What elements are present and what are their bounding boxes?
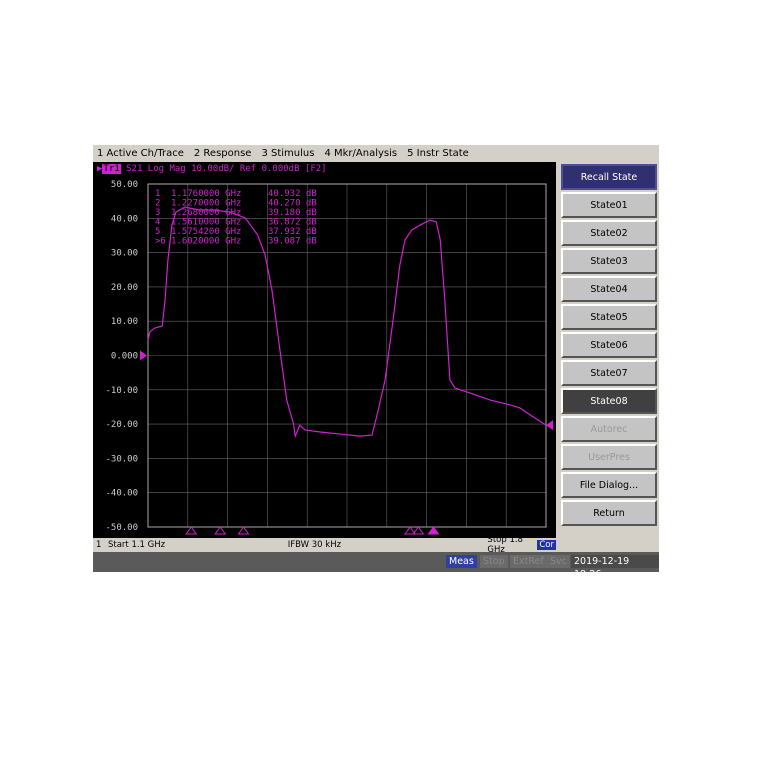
softkey-autorec[interactable]: Autorec xyxy=(561,416,657,442)
vna-window: 1 Active Ch/Trace 2 Response 3 Stimulus … xyxy=(93,145,659,580)
correction-badge: Cor xyxy=(537,540,556,550)
softkey-panel: Recall State State01 State02 State03 Sta… xyxy=(559,162,659,526)
marker-readout: 1.5610000 GHz xyxy=(171,218,241,228)
marker-triangle xyxy=(427,526,440,535)
trace-header: ▶Tr1 S21 Log Mag 10.00dB/ Ref 0.000dB [F… xyxy=(97,164,327,174)
softkey-file-dialog[interactable]: File Dialog... xyxy=(561,472,657,498)
ifbw[interactable]: IFBW 30 kHz xyxy=(288,540,488,550)
softkey-state07[interactable]: State07 xyxy=(561,360,657,386)
trace-end-marker xyxy=(546,420,553,431)
softkey-state05[interactable]: State05 xyxy=(561,304,657,330)
marker-readout: 40.270 dB xyxy=(268,199,317,209)
marker-readout: 39.180 dB xyxy=(268,208,317,218)
start-frequency[interactable]: Start 1.1 GHz xyxy=(108,540,288,550)
marker-readout: 1.1760000 GHz xyxy=(171,189,241,199)
marker-readout: 1.2270000 GHz xyxy=(171,199,241,209)
menu-mkr-analysis[interactable]: 4 Mkr/Analysis xyxy=(324,148,397,159)
marker-readout: 1.5754200 GHz xyxy=(171,227,241,237)
meas-indicator: Meas xyxy=(446,555,477,568)
softkey-state04[interactable]: State04 xyxy=(561,276,657,302)
marker-readout: 1.6020000 GHz xyxy=(171,237,241,247)
softkey-state08[interactable]: State08 xyxy=(561,388,657,414)
marker-readout: 4 xyxy=(155,218,160,228)
y-tick-label: -40.00 xyxy=(105,489,138,499)
y-tick-label: 20.00 xyxy=(111,283,138,293)
y-tick-label: 10.00 xyxy=(111,317,138,327)
softkey-return[interactable]: Return xyxy=(561,500,657,526)
y-tick-label: -20.00 xyxy=(105,420,138,430)
marker-readout: 36.872 dB xyxy=(268,218,317,228)
y-tick-label: -10.00 xyxy=(105,386,138,396)
softkey-state01[interactable]: State01 xyxy=(561,192,657,218)
trace-label[interactable]: Tr1 xyxy=(102,164,121,174)
menu-active-ch-trace[interactable]: 1 Active Ch/Trace xyxy=(97,148,184,159)
softkey-state06[interactable]: State06 xyxy=(561,332,657,358)
softkey-title: Recall State xyxy=(561,164,657,190)
menu-stimulus[interactable]: 3 Stimulus xyxy=(261,148,314,159)
y-tick-label: 0.000 xyxy=(111,352,138,362)
menu-bar: 1 Active Ch/Trace 2 Response 3 Stimulus … xyxy=(93,145,563,162)
y-tick-label: 40.00 xyxy=(111,214,138,224)
instrument-status-bar: Meas Stop ExtRef Svc 2019-12-19 18:26 xyxy=(93,552,659,580)
y-tick-label: -30.00 xyxy=(105,454,138,464)
channel-status-bar: 1 Start 1.1 GHz IFBW 30 kHz Stop 1.8 GHz… xyxy=(93,535,556,555)
marker-readout: 39.087 dB xyxy=(268,237,317,247)
marker-readout: 1.2680000 GHz xyxy=(171,208,241,218)
svc-indicator: Svc xyxy=(547,555,570,568)
marker-triangle xyxy=(237,526,250,535)
reference-level-marker xyxy=(140,350,147,361)
marker-readout: 37.932 dB xyxy=(268,227,317,237)
menu-response[interactable]: 2 Response xyxy=(194,148,252,159)
y-tick-label: 50.00 xyxy=(111,180,138,190)
stop-indicator: Stop xyxy=(480,555,508,568)
channel-number: 1 xyxy=(96,540,102,550)
trace-settings: S21 Log Mag 10.00dB/ Ref 0.000dB [F2] xyxy=(126,164,327,174)
menu-instr-state[interactable]: 5 Instr State xyxy=(407,148,469,159)
marker-readout: 2 xyxy=(155,199,160,209)
softkey-state03[interactable]: State03 xyxy=(561,248,657,274)
softkey-state02[interactable]: State02 xyxy=(561,220,657,246)
trace-display: 50.00 40.00 30.00 20.00 10.00 0.000 -10.00 -20.… xyxy=(93,162,556,538)
marker-readout: 40.932 dB xyxy=(268,189,317,199)
softkey-userpres[interactable]: UserPres xyxy=(561,444,657,470)
trace-plot: 50.00 40.00 30.00 20.00 10.00 0.000 -10.00 -20.… xyxy=(105,180,553,535)
y-tick-label: 30.00 xyxy=(111,249,138,259)
marker-triangle xyxy=(185,526,198,535)
marker-readout: 5 xyxy=(155,227,160,237)
marker-readout: 3 xyxy=(155,208,160,218)
datetime: 2019-12-19 18:26 xyxy=(571,555,659,580)
extref-indicator: ExtRef xyxy=(510,555,547,568)
marker-readout: 1 xyxy=(155,189,160,199)
y-tick-label: -50.00 xyxy=(105,523,138,533)
marker-readout: >6 xyxy=(155,237,166,247)
marker-triangle xyxy=(214,526,227,535)
